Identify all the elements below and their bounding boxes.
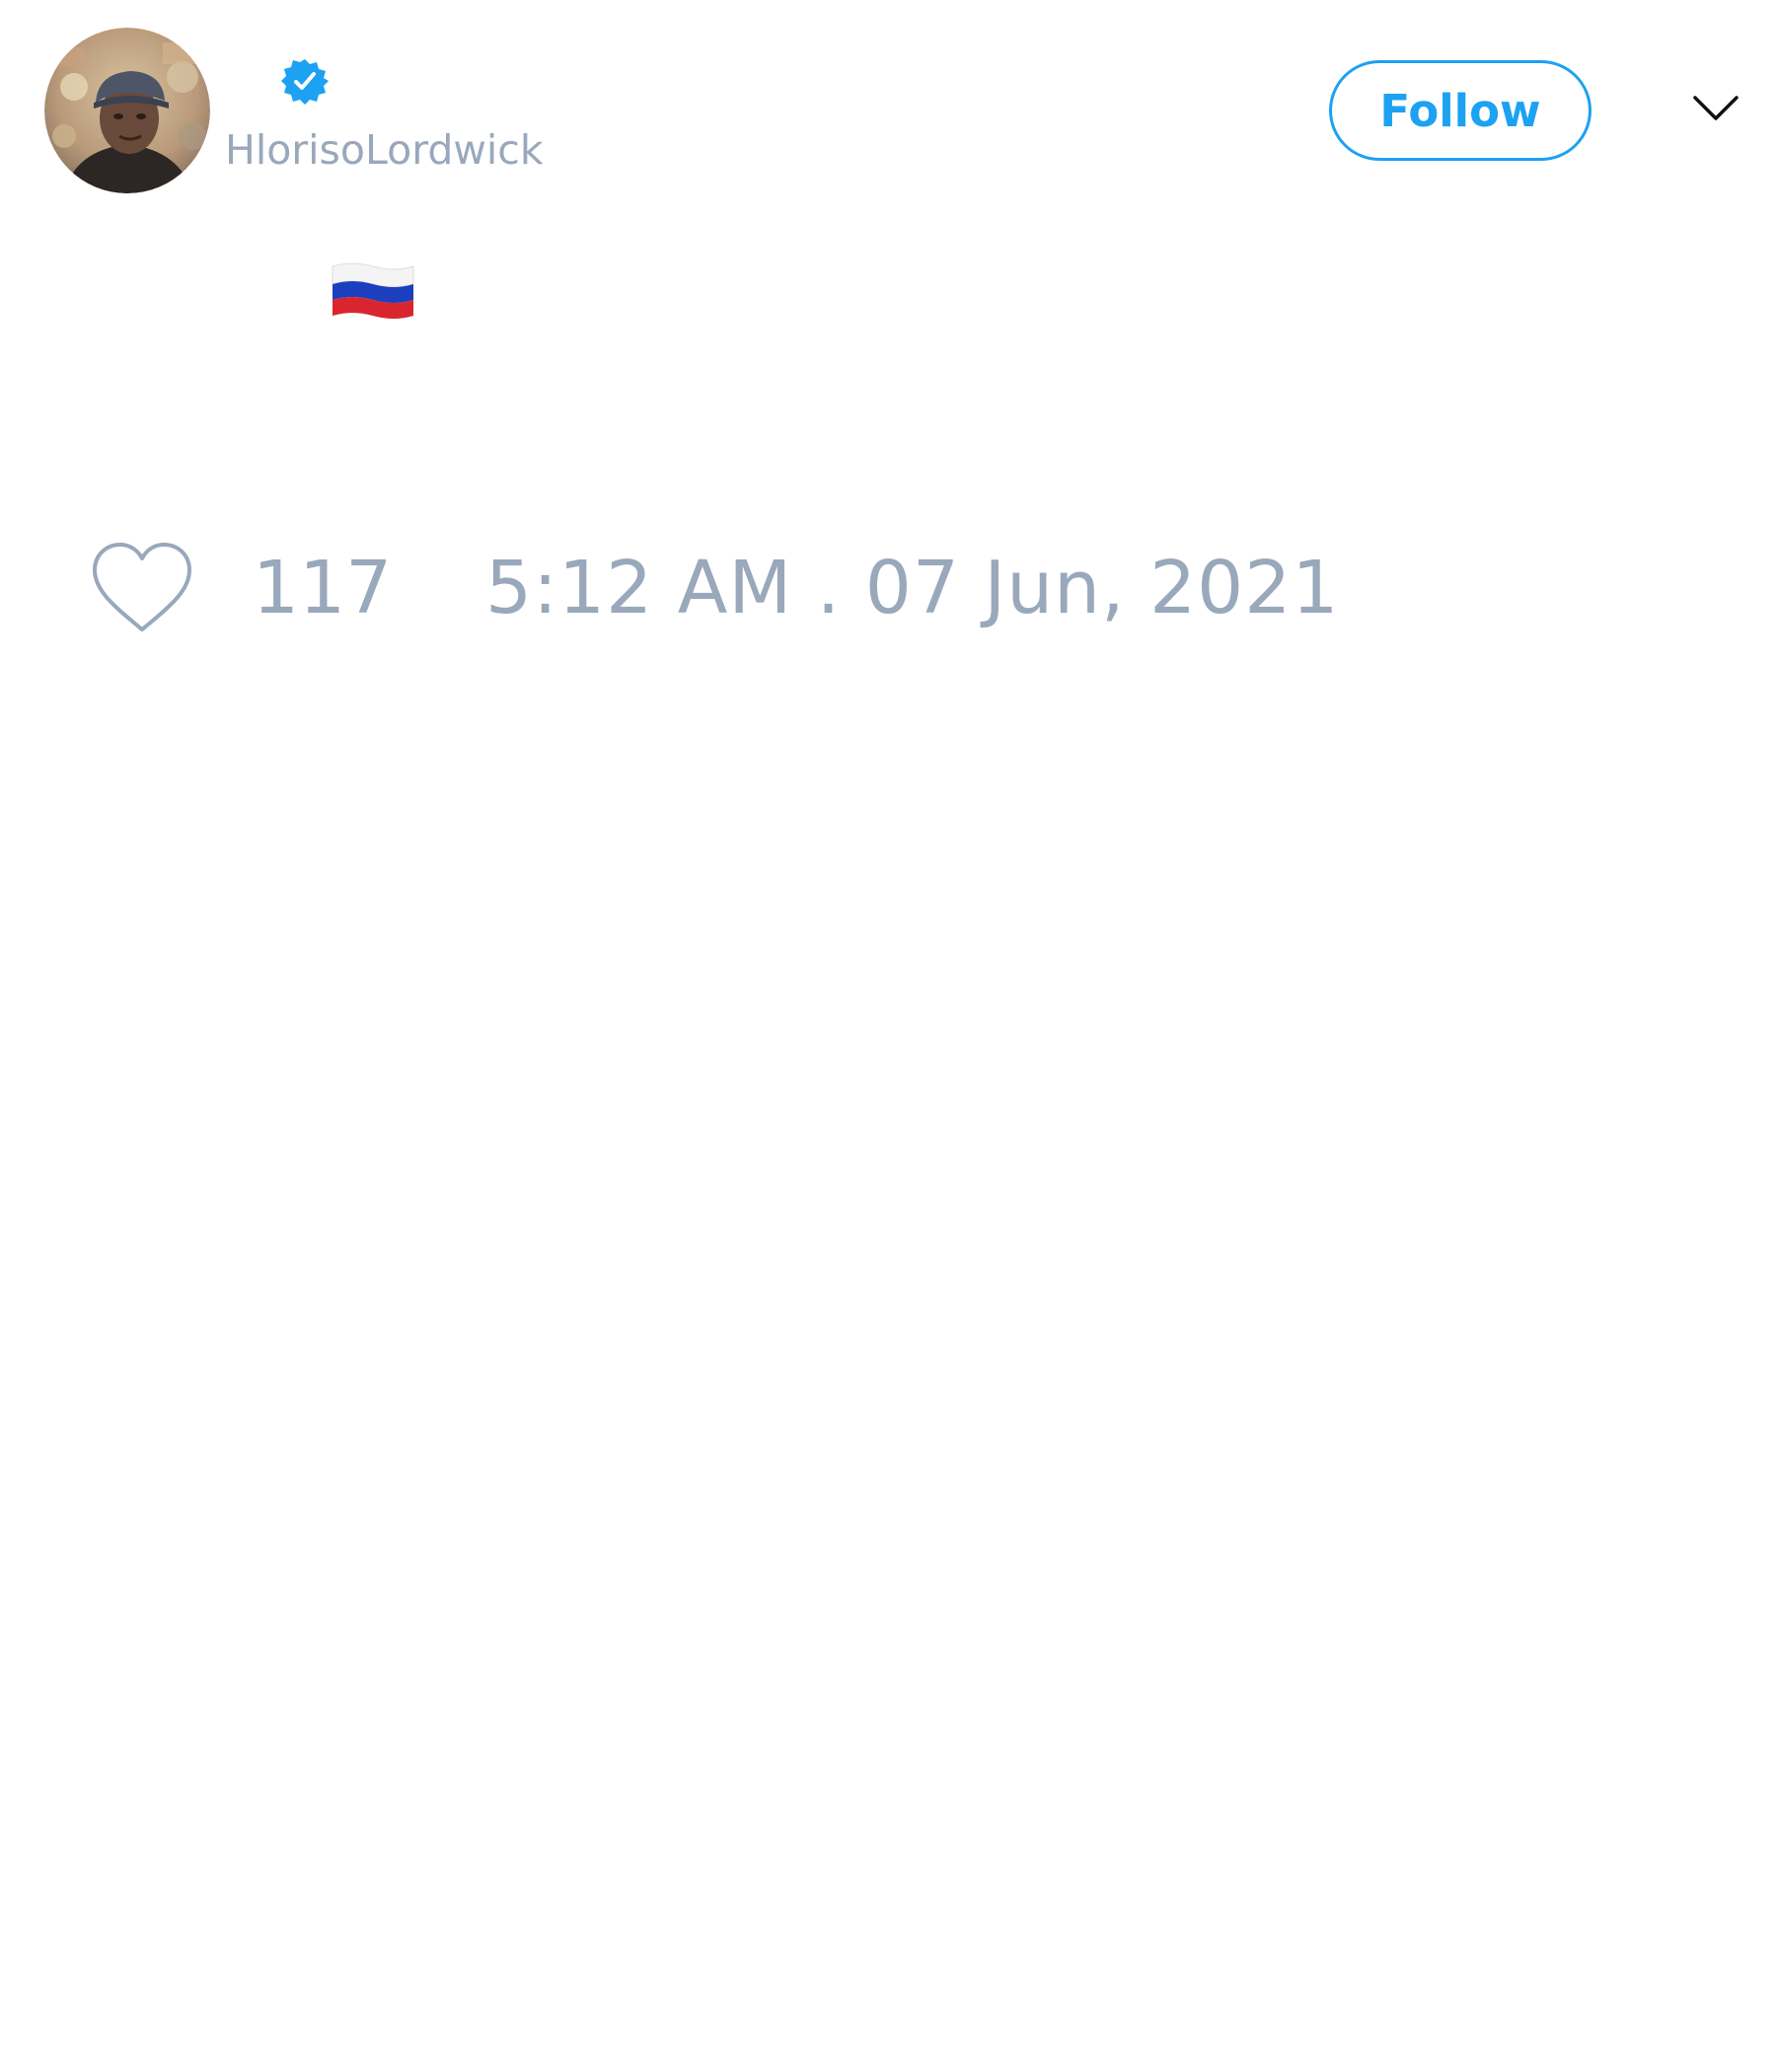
avatar[interactable] (44, 28, 210, 193)
like-count: 117 (253, 546, 393, 630)
follow-button[interactable]: Follow (1329, 60, 1591, 161)
flag-russia-icon (332, 262, 414, 319)
tweet-timestamp[interactable]: 5:12 AM . 07 Jun, 2021 (485, 546, 1339, 630)
heart-icon[interactable] (89, 541, 195, 635)
follow-button-label: Follow (1379, 84, 1541, 137)
chevron-down-icon[interactable] (1692, 94, 1739, 123)
author-handle[interactable]: HlorisoLordwick (225, 124, 544, 176)
tweet-card: HlorisoLordwick Follow 117 5:12 AM . 07 … (0, 0, 1776, 2072)
verified-badge-icon (281, 57, 329, 105)
avatar-image (44, 28, 210, 193)
tweet-content (331, 259, 419, 326)
